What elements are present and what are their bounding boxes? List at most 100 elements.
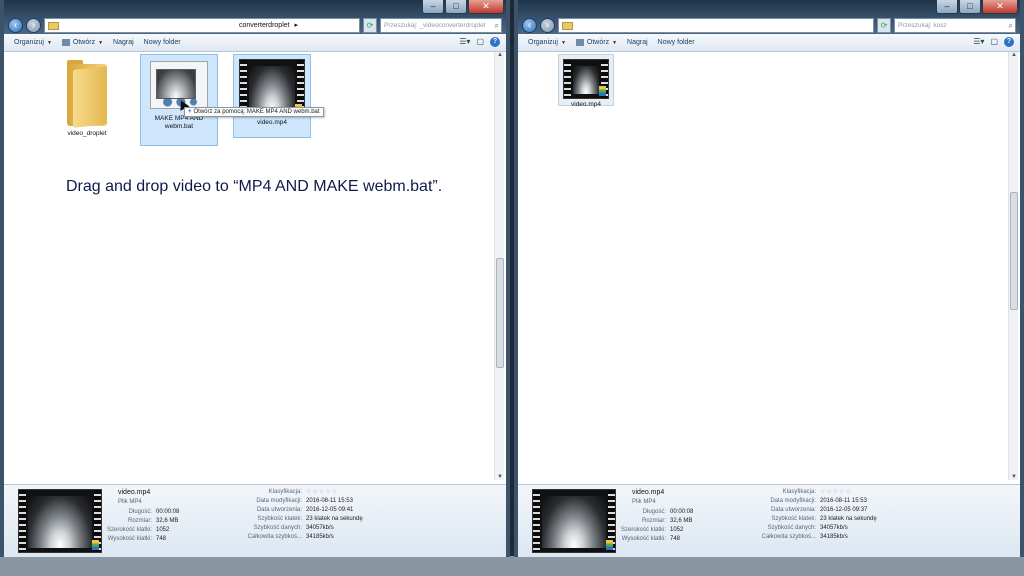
video-thumbnail xyxy=(563,59,609,99)
address-bar[interactable] xyxy=(558,17,874,33)
refresh-button[interactable]: ⟳ xyxy=(877,17,891,33)
search-input[interactable]: Przeszukaj: kosz ⌕ xyxy=(894,17,1016,33)
explorer-window-left: – □ ✕ ‹ › converterdroplet ▸ ⟳ Przeszuka… xyxy=(0,0,510,557)
chevron-down-icon: ▼ xyxy=(98,39,104,46)
detail-row: Szybkość danych: 34057kb/s xyxy=(767,525,848,531)
open-menu[interactable]: Otwórz ▼ xyxy=(575,39,618,46)
burn-label: Nagraj xyxy=(113,39,134,46)
address-row: ‹ › ⟳ Przeszukaj: kosz ⌕ xyxy=(522,16,1016,34)
rating-stars-icon[interactable]: ☆☆☆☆☆ xyxy=(820,489,852,495)
detail-file-name: video.mp4 xyxy=(632,489,665,496)
file-list[interactable]: video_droplet MAKE MP4 AND webm.bat vide… xyxy=(4,52,506,484)
detail-row: Szerokość klatki: 1052 xyxy=(620,527,684,533)
close-button[interactable]: ✕ xyxy=(982,0,1018,14)
forward-button[interactable]: › xyxy=(26,17,41,33)
view-options-icon[interactable]: ☰▾ xyxy=(973,37,984,47)
scroll-thumb[interactable] xyxy=(1010,192,1018,310)
detail-row: Szybkość klatek: 23 klatek na sekundę xyxy=(257,516,363,522)
close-button[interactable]: ✕ xyxy=(468,0,504,14)
rating-stars-icon[interactable]: ☆☆☆☆☆ xyxy=(306,489,338,495)
burn-button[interactable]: Nagraj xyxy=(627,39,648,46)
media-player-icon xyxy=(606,540,613,550)
maximize-button[interactable]: □ xyxy=(959,0,981,14)
title-bar[interactable]: – □ ✕ ‹ › converterdroplet ▸ ⟳ Przeszuka… xyxy=(4,0,506,34)
file-item-video[interactable]: video.mp4 xyxy=(558,54,614,108)
chevron-down-icon: ▼ xyxy=(612,39,618,46)
detail-file-name: video.mp4 xyxy=(118,489,151,496)
file-list[interactable]: video.mp4 ▲ ▼ xyxy=(518,52,1020,484)
organize-menu[interactable]: Organizuj ▼ xyxy=(14,39,52,46)
detail-row: Całkowita szybkoś... 34185kb/s xyxy=(247,534,334,540)
open-label: Otwórz xyxy=(72,39,96,46)
view-controls: ☰▾ ▢ ? xyxy=(973,37,1014,47)
drag-ghost-thumbnail xyxy=(156,69,196,99)
scroll-thumb[interactable] xyxy=(496,258,504,368)
new-folder-button[interactable]: Nowy folder xyxy=(144,39,181,46)
video-thumbnail xyxy=(18,489,102,553)
caption-buttons: – □ ✕ xyxy=(935,0,1018,16)
details-thumbnail xyxy=(18,489,102,553)
new-folder-label: Nowy folder xyxy=(143,39,181,46)
help-icon[interactable]: ? xyxy=(490,37,500,47)
search-icon[interactable]: ⌕ xyxy=(1009,19,1013,32)
vertical-scrollbar[interactable]: ▲ ▼ xyxy=(494,52,504,480)
organize-menu[interactable]: Organizuj ▼ xyxy=(528,39,566,46)
detail-row: Wysokość klatki: 748 xyxy=(621,536,681,542)
command-bar: Organizuj ▼ Otwórz ▼ Nagraj Nowy folder … xyxy=(518,34,1020,52)
file-item-video[interactable]: video.mp4 xyxy=(233,54,311,138)
folder-icon xyxy=(65,58,109,128)
folder-icon xyxy=(562,21,573,30)
details-thumbnail xyxy=(532,489,616,553)
refresh-button[interactable]: ⟳ xyxy=(363,17,377,33)
chevron-right-icon[interactable]: ▸ xyxy=(295,22,299,29)
details-pane: video.mp4 Plik MP4 Długość: 00:00:08 Rozm… xyxy=(4,484,506,557)
burn-button[interactable]: Nagraj xyxy=(113,39,134,46)
address-row: ‹ › converterdroplet ▸ ⟳ Przeszukaj: _vi… xyxy=(8,16,502,34)
minimize-button[interactable]: – xyxy=(422,0,444,14)
address-path: converterdroplet xyxy=(239,21,290,29)
back-button[interactable]: ‹ xyxy=(522,17,537,33)
media-player-icon xyxy=(92,540,99,550)
search-input[interactable]: Przeszukaj: _videoconverterdroplet ⌕ xyxy=(380,17,502,33)
open-menu[interactable]: Otwórz ▼ xyxy=(61,39,104,46)
search-placeholder: Przeszukaj: _videoconverterdroplet xyxy=(384,21,486,29)
file-label: video_droplet xyxy=(67,130,107,137)
forward-button[interactable]: › xyxy=(540,17,555,33)
scroll-up-icon[interactable]: ▲ xyxy=(495,52,505,58)
file-item-folder[interactable]: video_droplet xyxy=(48,56,126,138)
maximize-button[interactable]: □ xyxy=(445,0,467,14)
caption-buttons: – □ ✕ xyxy=(421,0,504,16)
scroll-down-icon[interactable]: ▼ xyxy=(1009,474,1019,480)
plus-icon: + xyxy=(188,109,192,115)
command-bar: Organizuj ▼ Otwórz ▼ Nagraj Nowy folder … xyxy=(4,34,506,52)
file-label: MAKE MP4 AND webm.bat xyxy=(154,115,204,130)
explorer-window-right: – □ ✕ ‹ › ⟳ Przeszukaj: kosz ⌕ Organizuj… xyxy=(514,0,1024,557)
title-bar[interactable]: – □ ✕ ‹ › ⟳ Przeszukaj: kosz ⌕ xyxy=(518,0,1020,34)
detail-row: Wysokość klatki: 748 xyxy=(107,536,167,542)
detail-row: Długość: 00:00:08 xyxy=(642,509,694,515)
detail-file-type: Plik MP4 xyxy=(632,499,656,505)
detail-row: Szerokość klatki: 1052 xyxy=(106,527,170,533)
instruction-caption: Drag and drop video to “MP4 AND MAKE web… xyxy=(66,178,443,195)
scroll-up-icon[interactable]: ▲ xyxy=(1009,52,1019,58)
detail-row: Długość: 00:00:08 xyxy=(128,509,180,515)
help-icon[interactable]: ? xyxy=(1004,37,1014,47)
file-label: video.mp4 xyxy=(257,119,287,126)
preview-pane-icon[interactable]: ▢ xyxy=(476,37,484,47)
chevron-down-icon: ▼ xyxy=(560,39,566,46)
back-button[interactable]: ‹ xyxy=(8,17,23,33)
minimize-button[interactable]: – xyxy=(936,0,958,14)
vertical-scrollbar[interactable]: ▲ ▼ xyxy=(1008,52,1018,480)
detail-row-rating: Klasyfikacja: ☆☆☆☆☆ xyxy=(268,489,338,495)
view-options-icon[interactable]: ☰▾ xyxy=(459,37,470,47)
search-placeholder: Przeszukaj: kosz xyxy=(898,21,947,29)
preview-pane-icon[interactable]: ▢ xyxy=(990,37,998,47)
detail-row: Data utworzenia: 2016-12-05 09:37 xyxy=(770,507,868,513)
scroll-down-icon[interactable]: ▼ xyxy=(495,474,505,480)
detail-row: Data modyfikacji: 2016-08-11 15:53 xyxy=(770,498,867,504)
new-folder-button[interactable]: Nowy folder xyxy=(658,39,695,46)
detail-file-type: Plik MP4 xyxy=(118,499,142,505)
search-icon[interactable]: ⌕ xyxy=(495,19,499,32)
video-thumbnail xyxy=(532,489,616,553)
address-bar[interactable]: converterdroplet ▸ xyxy=(44,17,360,33)
